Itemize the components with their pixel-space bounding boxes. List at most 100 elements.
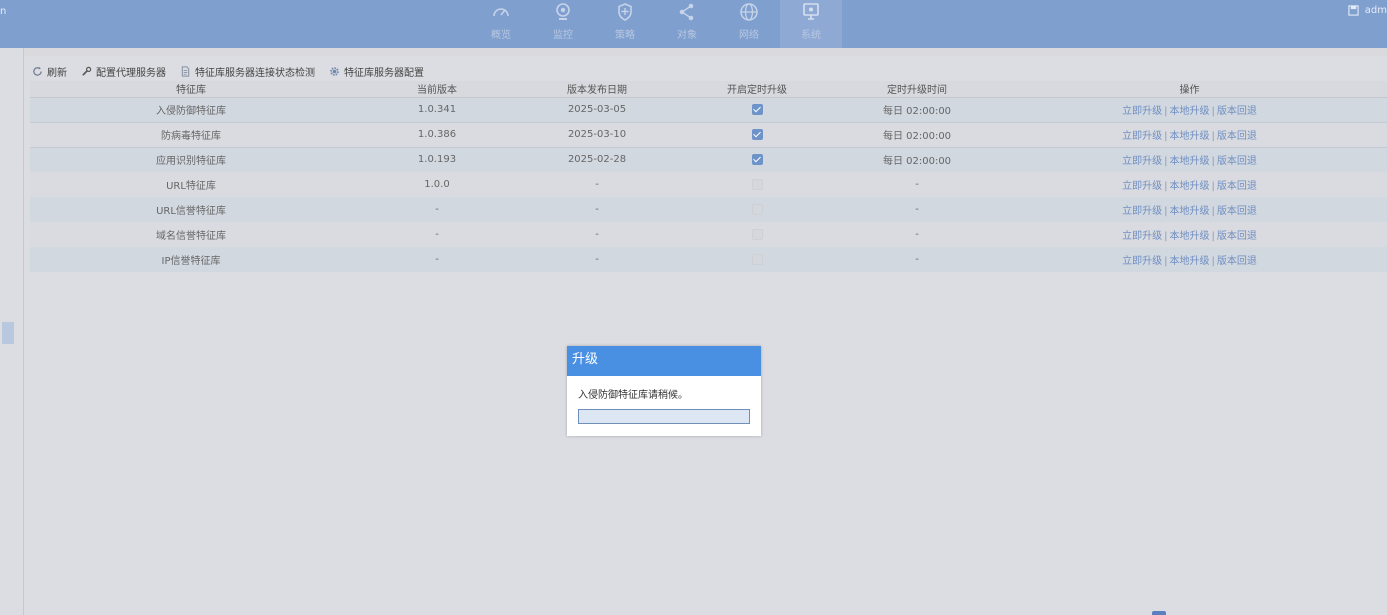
table-row: URL特征库 1.0.0 - - 立即升级 | 本地升级 | 版本回退	[30, 172, 1387, 197]
local-upgrade-link[interactable]: 本地升级	[1170, 231, 1210, 242]
nav-overview[interactable]: 概览	[470, 0, 532, 48]
current-version: 1.0.341	[352, 97, 522, 122]
operations-cell: 立即升级 | 本地升级 | 版本回退	[992, 247, 1387, 272]
share-icon	[679, 3, 694, 21]
local-upgrade-link[interactable]: 本地升级	[1170, 256, 1210, 267]
separator: |	[1164, 181, 1168, 192]
local-upgrade-link[interactable]: 本地升级	[1170, 106, 1210, 117]
scheduled-upgrade-cell	[672, 247, 842, 272]
scheduled-upgrade-cell	[672, 147, 842, 172]
scheduled-upgrade-checkbox[interactable]	[751, 253, 763, 265]
upgrade-now-link[interactable]: 立即升级	[1122, 181, 1162, 192]
separator: |	[1164, 131, 1168, 142]
upgrade-dialog: 升级 入侵防御特征库请稍候。	[567, 346, 761, 436]
server-config-button[interactable]: 特征库服务器配置	[329, 64, 424, 79]
scheduled-upgrade-cell	[672, 197, 842, 222]
upgrade-now-link[interactable]: 立即升级	[1122, 156, 1162, 167]
scheduled-time: -	[842, 197, 992, 222]
user-menu[interactable]: adm	[1348, 5, 1387, 16]
table-row: 域名信誉特征库 - - - 立即升级 | 本地升级 | 版本回退	[30, 222, 1387, 247]
wrench-icon	[82, 66, 92, 76]
local-upgrade-link[interactable]: 本地升级	[1170, 181, 1210, 192]
release-date: -	[522, 247, 672, 272]
main-content: 刷新 配置代理服务器 特征库服务器连接状态检测 特征库服务器配置 特征库 当前版…	[24, 56, 1387, 615]
library-name: 应用识别特征库	[30, 147, 352, 172]
nav-label: 系统	[801, 30, 821, 41]
local-upgrade-link[interactable]: 本地升级	[1170, 206, 1210, 217]
scheduled-time: 每日 02:00:00	[842, 121, 992, 148]
upgrade-now-link[interactable]: 立即升级	[1122, 131, 1162, 142]
column-header: 当前版本	[352, 81, 522, 98]
scheduled-upgrade-checkbox[interactable]	[751, 178, 763, 190]
current-version: -	[352, 247, 522, 272]
dialog-title: 升级	[567, 346, 761, 376]
nav-system[interactable]: 系统	[780, 0, 842, 48]
rollback-link[interactable]: 版本回退	[1217, 231, 1257, 242]
separator: |	[1164, 206, 1168, 217]
scheduled-time: 每日 02:00:00	[842, 147, 992, 172]
nav-label: 概览	[491, 30, 511, 41]
separator: |	[1164, 106, 1168, 117]
local-upgrade-link[interactable]: 本地升级	[1170, 131, 1210, 142]
rollback-link[interactable]: 版本回退	[1217, 256, 1257, 267]
scheduled-time: -	[842, 222, 992, 247]
release-date: 2025-03-05	[522, 97, 672, 122]
scheduled-time: -	[842, 172, 992, 197]
current-version: 1.0.0	[352, 172, 522, 197]
main-nav: 概览 监控 策略 对象 网络 系统	[470, 0, 842, 48]
rollback-link[interactable]: 版本回退	[1217, 206, 1257, 217]
scheduled-time: -	[842, 247, 992, 272]
library-name: 防病毒特征库	[30, 121, 352, 148]
release-date: -	[522, 172, 672, 197]
rollback-link[interactable]: 版本回退	[1217, 156, 1257, 167]
server-config-label: 特征库服务器配置	[344, 67, 424, 79]
column-header: 版本发布日期	[522, 81, 672, 98]
scheduled-upgrade-checkbox[interactable]	[751, 228, 763, 240]
nav-label: 策略	[615, 30, 635, 41]
release-date: -	[522, 222, 672, 247]
table-header-row: 特征库 当前版本 版本发布日期 开启定时升级 定时升级时间 操作	[30, 81, 1387, 98]
upgrade-now-link[interactable]: 立即升级	[1122, 256, 1162, 267]
library-name: 入侵防御特征库	[30, 97, 352, 122]
gauge-icon	[493, 8, 509, 17]
scheduled-upgrade-checkbox[interactable]	[751, 128, 763, 140]
scheduled-upgrade-cell	[672, 121, 842, 148]
operations-cell: 立即升级 | 本地升级 | 版本回退	[992, 147, 1387, 172]
separator: |	[1164, 156, 1168, 168]
upgrade-now-link[interactable]: 立即升级	[1122, 106, 1162, 117]
table-row: 应用识别特征库 1.0.193 2025-02-28 每日 02:00:00 立…	[30, 147, 1387, 172]
scheduled-upgrade-cell	[672, 97, 842, 122]
dialog-message: 入侵防御特征库请稍候。	[578, 390, 688, 401]
nav-network[interactable]: 网络	[718, 0, 780, 48]
scheduled-upgrade-checkbox[interactable]	[751, 103, 763, 115]
operations-cell: 立即升级 | 本地升级 | 版本回退	[992, 172, 1387, 197]
refresh-icon	[33, 66, 42, 76]
shield-icon	[618, 3, 632, 21]
upgrade-now-link[interactable]: 立即升级	[1122, 206, 1162, 217]
table-row: 防病毒特征库 1.0.386 2025-03-10 每日 02:00:00 立即…	[30, 121, 1387, 148]
document-icon	[181, 65, 190, 77]
nav-object[interactable]: 对象	[656, 0, 718, 48]
separator: |	[1211, 131, 1215, 142]
nav-monitor[interactable]: 监控	[532, 0, 594, 48]
separator: |	[1211, 256, 1215, 267]
rollback-link[interactable]: 版本回退	[1217, 131, 1257, 142]
signature-library-table: 特征库 当前版本 版本发布日期 开启定时升级 定时升级时间 操作 入侵防御特征库…	[30, 81, 1387, 272]
nav-policy[interactable]: 策略	[594, 0, 656, 48]
proxy-config-button[interactable]: 配置代理服务器	[81, 64, 166, 79]
globe-icon	[740, 3, 758, 21]
save-icon	[1348, 5, 1359, 16]
current-version: -	[352, 197, 522, 222]
connection-check-button[interactable]: 特征库服务器连接状态检测	[180, 64, 315, 79]
rollback-link[interactable]: 版本回退	[1217, 181, 1257, 192]
scheduled-upgrade-checkbox[interactable]	[751, 154, 763, 165]
local-upgrade-link[interactable]: 本地升级	[1170, 156, 1210, 167]
sidebar-toggle-handle[interactable]	[2, 322, 14, 344]
upgrade-now-link[interactable]: 立即升级	[1122, 231, 1162, 242]
header-left-fragment: n	[0, 6, 7, 17]
monitor-icon	[803, 3, 819, 20]
scheduled-upgrade-checkbox[interactable]	[751, 203, 763, 215]
rollback-link[interactable]: 版本回退	[1217, 106, 1257, 117]
current-version: -	[352, 222, 522, 247]
refresh-button[interactable]: 刷新	[32, 64, 67, 79]
